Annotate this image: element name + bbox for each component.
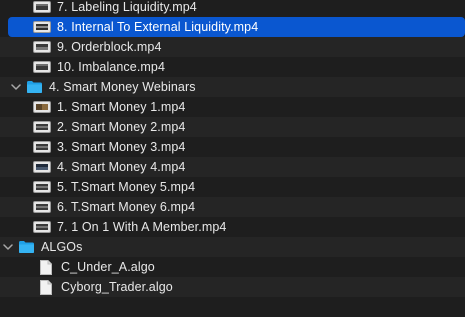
file-name: 4. Smart Money 4.mp4	[57, 160, 186, 174]
list-item-t-smart-money-5[interactable]: 5. T.Smart Money 5.mp4	[0, 177, 465, 197]
video-file-icon	[32, 137, 52, 157]
chevron-down-icon[interactable]	[8, 77, 24, 97]
video-file-icon	[32, 37, 52, 57]
folder-icon	[16, 237, 36, 257]
list-item-7-labeling-liquidity[interactable]: 7. Labeling Liquidity.mp4	[0, 0, 465, 17]
folder-name: ALGOs	[41, 240, 83, 254]
list-item-smart-money-1[interactable]: 1. Smart Money 1.mp4	[0, 97, 465, 117]
list-item-t-smart-money-6[interactable]: 6. T.Smart Money 6.mp4	[0, 197, 465, 217]
list-item-9-orderblock[interactable]: 9. Orderblock.mp4	[0, 37, 465, 57]
video-file-icon	[32, 157, 52, 177]
list-item-smart-money-4[interactable]: 4. Smart Money 4.mp4	[0, 157, 465, 177]
file-name: 2. Smart Money 2.mp4	[57, 120, 186, 134]
list-item-10-imbalance[interactable]: 10. Imbalance.mp4	[0, 57, 465, 77]
video-file-icon	[32, 57, 52, 77]
chevron-down-icon[interactable]	[0, 237, 16, 257]
file-name: 10. Imbalance.mp4	[57, 60, 166, 74]
file-name: 7. 1 On 1 With A Member.mp4	[57, 220, 227, 234]
empty-row	[0, 297, 465, 317]
document-icon	[36, 277, 56, 297]
list-item-c-under-a-algo[interactable]: C_Under_A.algo	[0, 257, 465, 277]
file-name: C_Under_A.algo	[61, 260, 155, 274]
list-item-cyborg-trader-algo[interactable]: Cyborg_Trader.algo	[0, 277, 465, 297]
folder-row-algos[interactable]: ALGOs	[0, 237, 465, 257]
file-name: 1. Smart Money 1.mp4	[57, 100, 186, 114]
video-file-icon	[32, 117, 52, 137]
video-file-icon	[32, 217, 52, 237]
video-file-icon	[32, 17, 52, 37]
file-name: 8. Internal To External Liquidity.mp4	[57, 20, 259, 34]
file-name: Cyborg_Trader.algo	[61, 280, 173, 294]
list-item-smart-money-2[interactable]: 2. Smart Money 2.mp4	[0, 117, 465, 137]
file-name: 6. T.Smart Money 6.mp4	[57, 200, 196, 214]
file-name: 3. Smart Money 3.mp4	[57, 140, 186, 154]
list-item-8-internal-to-external-liquidity[interactable]: 8. Internal To External Liquidity.mp4	[8, 17, 465, 37]
video-file-icon	[32, 97, 52, 117]
file-name: 9. Orderblock.mp4	[57, 40, 162, 54]
folder-name: 4. Smart Money Webinars	[49, 80, 196, 94]
file-name: 7. Labeling Liquidity.mp4	[57, 0, 197, 14]
video-file-icon	[32, 0, 52, 17]
folder-icon	[24, 77, 44, 97]
file-name: 5. T.Smart Money 5.mp4	[57, 180, 196, 194]
file-list: 7. Labeling Liquidity.mp4 8. Internal To…	[0, 0, 465, 307]
folder-row-smart-money-webinars[interactable]: 4. Smart Money Webinars	[0, 77, 465, 97]
document-icon	[36, 257, 56, 277]
list-item-1-on-1-with-a-member[interactable]: 7. 1 On 1 With A Member.mp4	[0, 217, 465, 237]
video-file-icon	[32, 177, 52, 197]
list-item-smart-money-3[interactable]: 3. Smart Money 3.mp4	[0, 137, 465, 157]
video-file-icon	[32, 197, 52, 217]
